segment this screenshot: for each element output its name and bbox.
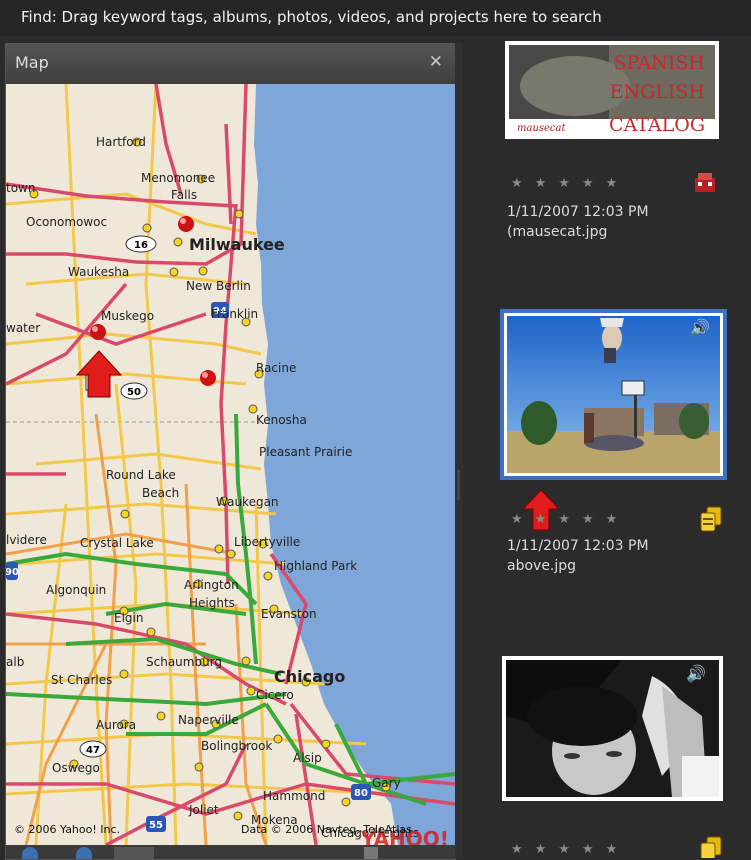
map-canvas[interactable]: 16 94 12 50 90 47 55 80 [6,84,455,845]
svg-text:Hammond: Hammond [263,789,325,803]
stack-icon[interactable] [698,504,724,534]
map-options-icon[interactable] [364,847,378,859]
svg-text:CATALOG: CATALOG [609,114,705,136]
zoom-out-icon[interactable] [76,847,92,859]
map-toolbar [6,845,455,859]
rating-stars[interactable]: ★★★★★ [511,512,629,527]
media-info: 1/11/2007 12:03 PM above.jpg [507,536,649,576]
close-icon[interactable]: ✕ [429,52,443,72]
shield-80: 80 [351,784,371,800]
map-pin [178,216,194,232]
svg-text:water: water [6,321,40,335]
svg-text:90: 90 [6,567,19,578]
svg-text:Hartford: Hartford [96,135,146,149]
shield-16: 16 [125,235,157,253]
svg-text:16: 16 [134,240,148,251]
shield-47: 47 [79,740,107,758]
media-thumbnail-selected[interactable] [500,309,727,480]
svg-text:Falls: Falls [171,188,197,202]
svg-text:ENGLISH: ENGLISH [610,81,705,103]
svg-text:Crystal Lake: Crystal Lake [80,536,154,550]
stack-icon[interactable] [698,834,724,858]
svg-text:Pleasant Prairie: Pleasant Prairie [259,445,352,459]
audio-icon[interactable]: 🔊 [686,664,706,683]
map-panel-title: Map [6,44,455,82]
map-view[interactable]: 16 94 12 50 90 47 55 80 [6,84,455,845]
svg-text:mausecat: mausecat [517,123,566,134]
media-date: 1/11/2007 12:03 PM [507,538,649,554]
svg-text:Naperville: Naperville [178,713,239,727]
map-pin [200,370,216,386]
media-info: 1/11/2007 12:03 PM (mausecat.jpg [507,202,649,242]
audio-icon[interactable]: 🔊 [690,318,710,337]
svg-text:Bolingbrook: Bolingbrook [201,739,272,753]
svg-text:© 2006 Yahoo! Inc.: © 2006 Yahoo! Inc. [14,823,120,836]
svg-text:alb: alb [6,655,24,669]
svg-text:Chicago: Chicago [274,667,345,686]
photo-content [507,316,720,473]
svg-text:Alsip: Alsip [293,751,322,765]
svg-text:Data © 2006 Navteq, TeleAtlas: Data © 2006 Navteq, TeleAtlas [241,823,412,836]
svg-text:Evanston: Evanston [261,607,317,621]
svg-text:Highland Park: Highland Park [274,559,357,573]
svg-text:Round Lake: Round Lake [106,468,176,482]
hand-tool-icon[interactable] [114,847,154,859]
rating-stars[interactable]: ★★★★★ [511,176,629,191]
svg-text:Menomonee: Menomonee [141,171,215,185]
map-pin [90,324,106,340]
svg-text:Gary: Gary [372,776,401,790]
media-filename: (mausecat.jpg [507,224,608,240]
svg-text:Libertyville: Libertyville [234,535,300,549]
svg-text:Waukesha: Waukesha [68,265,129,279]
svg-text:Franklin: Franklin [211,307,258,321]
map-panel: Map ✕ 16 94 50 90 47 55 80 Hartford Meno… [5,43,456,860]
svg-text:SPANISH: SPANISH [614,52,706,74]
svg-text:Oswego: Oswego [52,761,100,775]
svg-text:Algonquin: Algonquin [46,583,106,597]
shield-55: 55 [146,816,166,832]
svg-text:Racine: Racine [256,361,296,375]
svg-text:town: town [6,181,35,195]
svg-text:Muskego: Muskego [101,309,154,323]
svg-text:Schaumburg: Schaumburg [146,655,222,669]
svg-text:Joliet: Joliet [188,803,219,817]
svg-text:Kenosha: Kenosha [256,413,307,427]
catalog-cover: SPANISH ENGLISH CATALOG mausecat [509,45,715,136]
svg-text:New Berlin: New Berlin [186,279,251,293]
svg-text:Milwaukee: Milwaukee [189,235,285,254]
svg-text:Oconomowoc: Oconomowoc [26,215,107,229]
svg-text:Elgin: Elgin [114,611,143,625]
svg-text:80: 80 [354,788,368,799]
rating-stars[interactable]: ★★★★★ [511,842,629,857]
shield-90: 90 [6,562,19,580]
zoom-in-icon[interactable] [22,847,38,859]
svg-text:50: 50 [127,387,141,398]
find-bar[interactable]: Find: Drag keyword tags, albums, photos,… [0,0,751,36]
svg-text:Beach: Beach [142,486,179,500]
media-date: 1/11/2007 12:03 PM [507,204,649,220]
splitter-grip[interactable] [457,470,460,500]
panel-splitter[interactable] [455,43,463,858]
media-thumbnail[interactable]: SPANISH ENGLISH CATALOG mausecat [505,41,719,139]
svg-text:lvidere: lvidere [6,533,47,547]
svg-text:47: 47 [86,745,100,756]
media-filename: above.jpg [507,558,577,574]
svg-text:Aurora: Aurora [96,718,136,732]
svg-text:St Charles: St Charles [51,673,112,687]
svg-text:Heights: Heights [189,596,235,610]
svg-text:Arlington: Arlington [184,578,239,592]
catalog-icon[interactable] [694,172,716,194]
svg-text:Waukegan: Waukegan [216,495,279,509]
svg-text:55: 55 [149,820,163,831]
shield-50: 50 [120,382,148,400]
svg-text:Cicero: Cicero [256,688,294,702]
